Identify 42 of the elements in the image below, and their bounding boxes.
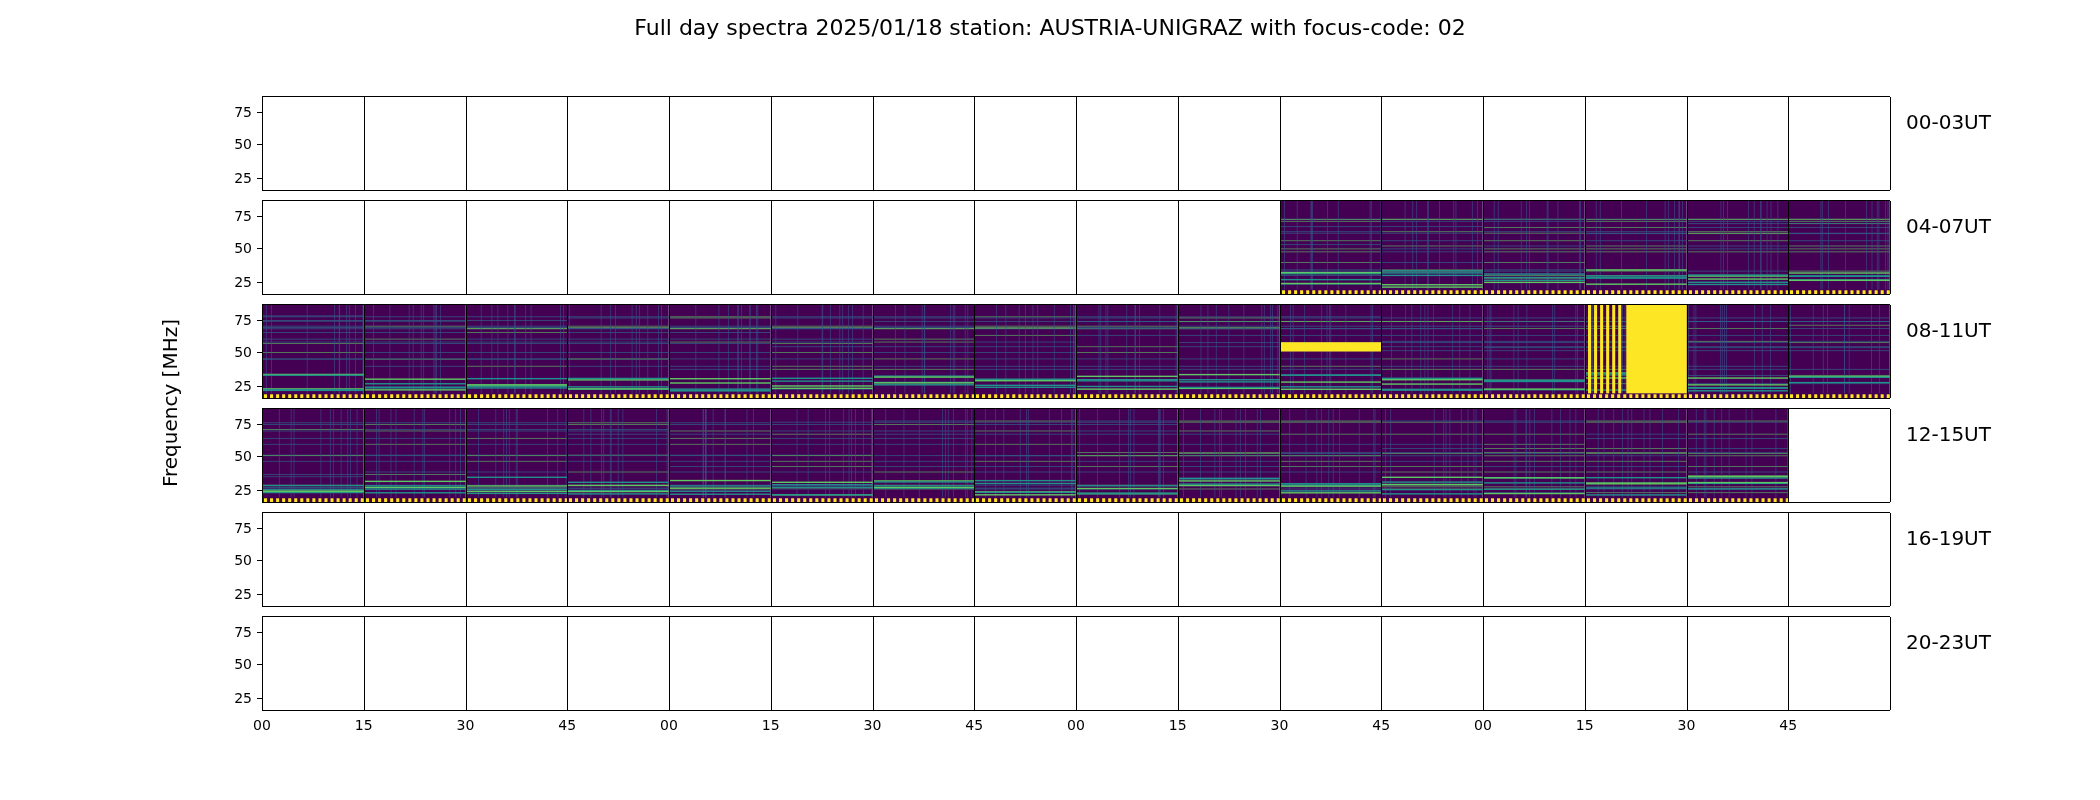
x-tick-label: 30 [863,717,882,733]
time-range-label: 16-19UT [1905,525,1992,552]
y-tick-label: 75 [234,311,252,328]
figure-title: Full day spectra 2025/01/18 station: AUSTRIA-UNIGRAZ with focus-code: 02 [634,14,1466,42]
y-tick-label: 75 [234,519,252,536]
x-tick-label: 00 [1067,717,1085,733]
y-axis-label: Frequency [MHz] [158,318,182,488]
x-tick-label: 30 [456,717,475,733]
y-tick-label: 50 [234,136,252,153]
y-tick-label: 50 [234,656,252,673]
x-tick-label: 45 [1779,717,1798,733]
y-tick-label: 75 [234,103,252,120]
x-tick-label: 00 [660,717,678,733]
y-tick-label: 50 [234,240,252,257]
time-range-label: 20-23UT [1905,629,1992,656]
y-tick-label: 25 [234,585,252,602]
x-tick-label: 15 [1575,717,1594,733]
y-tick-label: 75 [234,415,252,432]
time-range-label: 00-03UT [1905,109,1992,136]
x-tick-label: 00 [253,717,271,733]
x-tick-label: 15 [761,717,780,733]
y-tick-label: 25 [234,377,252,394]
y-tick-label: 25 [234,689,252,706]
x-tick-label: 45 [1372,717,1391,733]
time-range-label: 12-15UT [1905,421,1992,448]
y-tick-label: 50 [234,344,252,361]
x-tick-label: 30 [1677,717,1696,733]
x-tick-label: 45 [558,717,577,733]
x-tick-label: 00 [1474,717,1492,733]
x-tick-label: 15 [354,717,373,733]
y-tick-label: 75 [234,623,252,640]
y-tick-label: 75 [234,207,252,224]
time-range-label: 04-07UT [1905,213,1992,240]
y-tick-label: 25 [234,273,252,290]
y-tick-label: 25 [234,169,252,186]
time-range-label: 08-11UT [1905,317,1992,344]
y-tick-label: 50 [234,552,252,569]
x-tick-label: 15 [1168,717,1187,733]
x-tick-label: 45 [965,717,984,733]
y-tick-label: 50 [234,448,252,465]
y-tick-label: 25 [234,481,252,498]
x-tick-label: 30 [1270,717,1289,733]
